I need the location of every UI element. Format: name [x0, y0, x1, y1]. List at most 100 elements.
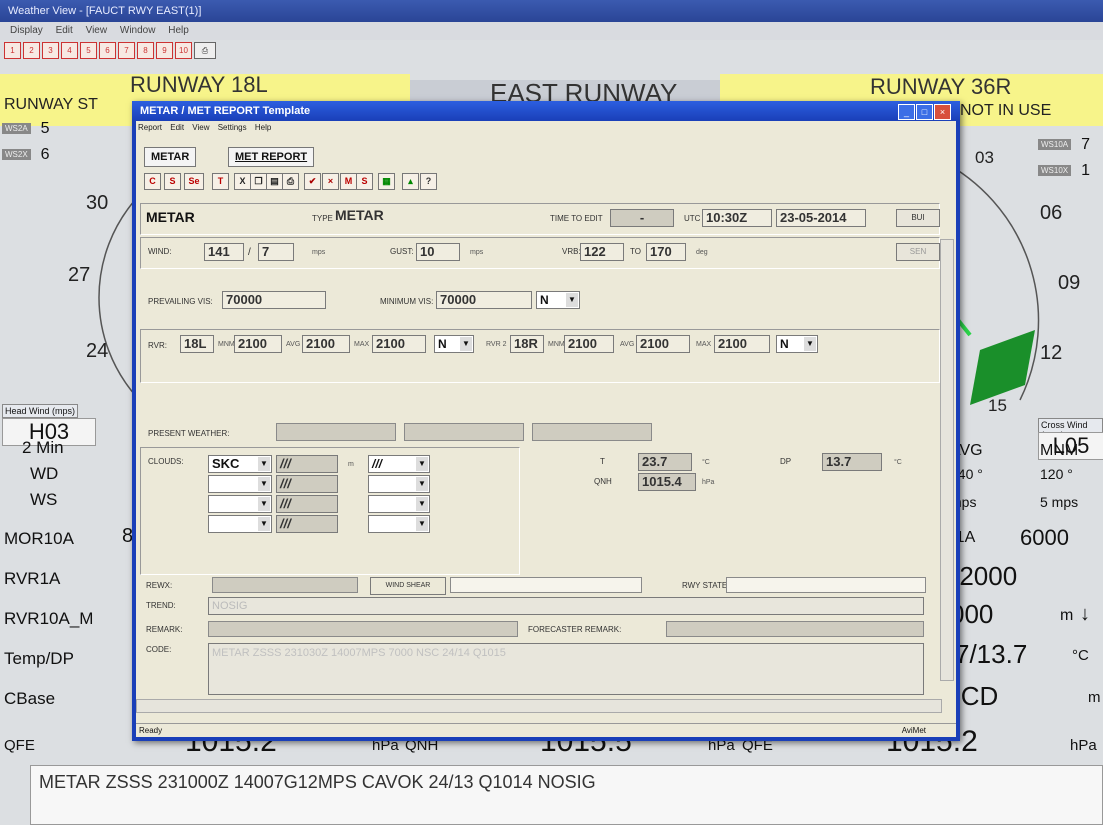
toolbar-button-6[interactable]: 6 [99, 42, 116, 59]
chevron-down-icon: ▼ [258, 497, 270, 511]
toolbar-button-1[interactable]: 1 [4, 42, 21, 59]
close-icon[interactable]: × [934, 104, 951, 120]
toolbar-button-8[interactable]: 8 [137, 42, 154, 59]
wind-speed-field[interactable]: 7 [258, 243, 294, 261]
toolbar-button-5[interactable]: 5 [80, 42, 97, 59]
rvr10a-unit: m [1060, 607, 1074, 624]
copy-icon[interactable]: ❐ [250, 173, 267, 190]
status-text: Ready [139, 726, 163, 735]
vrb-from-field[interactable]: 122 [580, 243, 624, 261]
qfe2-unit: hPa [1070, 737, 1097, 754]
cloud-height-field-4[interactable]: /// [276, 515, 338, 533]
rvr2-mnm-field[interactable]: 2100 [564, 335, 614, 353]
dialog-titlebar: METAR / MET REPORT Template [132, 101, 960, 121]
cloud-amount-select-3[interactable]: ▼ [208, 495, 272, 513]
tool-c-button[interactable]: C [144, 173, 161, 190]
help-icon[interactable]: ? [420, 173, 437, 190]
cloud-amount-select-4[interactable]: ▼ [208, 515, 272, 533]
rvr1-max-field[interactable]: 2100 [372, 335, 426, 353]
toolbar-button-10[interactable]: 10 [175, 42, 192, 59]
toolbar-button-9[interactable]: 9 [156, 42, 173, 59]
menu-report[interactable]: Report [138, 123, 162, 132]
toolbar-button-7[interactable]: 7 [118, 42, 135, 59]
minimum-vis-direction-select[interactable]: N ▼ [536, 291, 580, 309]
temperature-unit: °C [702, 459, 710, 466]
rvr2-avg-field[interactable]: 2100 [636, 335, 690, 353]
paste-icon[interactable]: ▤ [266, 173, 283, 190]
tab-met-report[interactable]: MET REPORT [228, 147, 315, 167]
menu-help[interactable]: Help [168, 25, 189, 36]
cloud-height-field-2[interactable]: /// [276, 475, 338, 493]
toolbar-button-4[interactable]: 4 [61, 42, 78, 59]
horizontal-scrollbar[interactable] [136, 699, 942, 713]
cloud-height-field-3[interactable]: /// [276, 495, 338, 513]
tab-metar[interactable]: METAR [144, 147, 197, 167]
present-weather-field-3[interactable] [532, 423, 652, 441]
toolbar-button-3[interactable]: 3 [42, 42, 59, 59]
cloud-type-select-2[interactable]: ▼ [368, 475, 430, 493]
chart-icon[interactable]: ▦ [378, 173, 395, 190]
tool-m-button[interactable]: M [340, 173, 357, 190]
minimum-vis-field[interactable]: 70000 [436, 291, 532, 309]
cloud-type-select-4[interactable]: ▼ [368, 515, 430, 533]
menu-view[interactable]: View [192, 123, 209, 132]
dewpoint-field[interactable]: 13.7 [822, 453, 882, 471]
vrb-to-field[interactable]: 170 [646, 243, 686, 261]
prevailing-vis-field[interactable]: 70000 [222, 291, 326, 309]
cloud-height-field-1[interactable]: /// [276, 455, 338, 473]
rvr1-mnm-field[interactable]: 2100 [234, 335, 282, 353]
tool-s2-button[interactable]: S [356, 173, 373, 190]
chevron-down-icon: ▼ [416, 517, 428, 531]
cloud-amount-select-2[interactable]: ▼ [208, 475, 272, 493]
metar-bulletin: METAR ZSSS 231000Z 14007G12MPS CAVOK 24/… [30, 765, 1103, 825]
build-button[interactable]: BUI [896, 209, 940, 227]
menu-help[interactable]: Help [255, 123, 271, 132]
wind-shear-button[interactable]: WIND SHEAR [370, 577, 446, 595]
wind-direction-field[interactable]: 141 [204, 243, 244, 261]
code-field[interactable]: METAR ZSSS 231030Z 14007MPS 7000 NSC 24/… [208, 643, 924, 695]
rvr2-trend-select[interactable]: N ▼ [776, 335, 818, 353]
delete-icon[interactable]: × [322, 173, 339, 190]
temperature-field[interactable]: 23.7 [638, 453, 692, 471]
cloud-type-select-1[interactable]: ///▼ [368, 455, 430, 473]
cloud-amount-select-1[interactable]: SKC ▼ [208, 455, 272, 473]
tool-se-button[interactable]: Se [184, 173, 204, 190]
dial-label-30: 30 [86, 192, 109, 214]
rewx-field[interactable] [212, 577, 358, 593]
remark-field[interactable] [208, 621, 518, 637]
trend-field[interactable]: NOSIG [208, 597, 924, 615]
minimize-icon[interactable]: _ [898, 104, 915, 120]
wind-shear-field[interactable] [450, 577, 642, 593]
tool-s-button[interactable]: S [164, 173, 181, 190]
gust-field[interactable]: 10 [416, 243, 460, 261]
menu-edit[interactable]: Edit [170, 123, 184, 132]
send-button[interactable]: SEN [896, 243, 940, 261]
print-icon[interactable]: ⎙ [194, 42, 216, 59]
maximize-icon[interactable]: □ [916, 104, 933, 120]
qnh-field[interactable]: 1015.4 [638, 473, 696, 491]
print-icon[interactable]: ⎙ [282, 173, 299, 190]
chevron-down-icon: ▼ [258, 517, 270, 531]
menu-display[interactable]: Display [10, 25, 43, 36]
menu-view[interactable]: View [86, 25, 108, 36]
menu-window[interactable]: Window [120, 25, 156, 36]
rwy-state-field[interactable] [726, 577, 926, 593]
rvr2-max-field[interactable]: 2100 [714, 335, 770, 353]
rvr-runway1-field[interactable]: 18L [180, 335, 214, 353]
present-weather-field-2[interactable] [404, 423, 524, 441]
rvr1-trend-select[interactable]: N ▼ [434, 335, 474, 353]
rvr1-avg-field[interactable]: 2100 [302, 335, 350, 353]
vertical-scrollbar[interactable] [940, 239, 954, 681]
forecaster-remark-field[interactable] [666, 621, 924, 637]
cut-icon[interactable]: X [234, 173, 251, 190]
tool-t-button[interactable]: T [212, 173, 229, 190]
present-weather-field-1[interactable] [276, 423, 396, 441]
check-icon[interactable]: ✔ [304, 173, 321, 190]
menu-settings[interactable]: Settings [218, 123, 247, 132]
cbase-unit: m [1088, 689, 1101, 706]
toolbar-button-2[interactable]: 2 [23, 42, 40, 59]
cloud-type-select-3[interactable]: ▼ [368, 495, 430, 513]
rvr-runway2-field[interactable]: 18R [510, 335, 544, 353]
menu-edit[interactable]: Edit [56, 25, 73, 36]
graph-icon[interactable]: ▴ [402, 173, 419, 190]
